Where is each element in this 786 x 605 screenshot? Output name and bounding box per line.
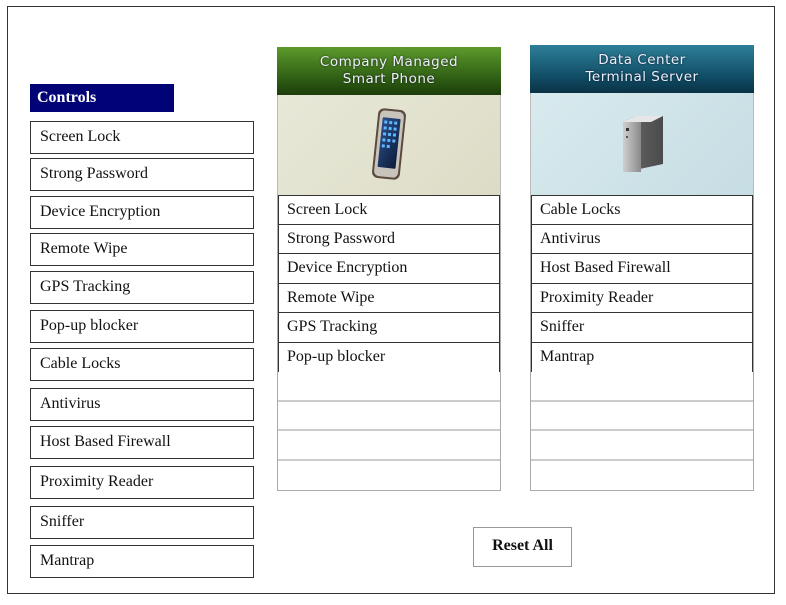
control-item-proximity-reader[interactable]: Proximity Reader <box>30 466 254 499</box>
control-item-device-encryption[interactable]: Device Encryption <box>30 196 254 229</box>
panel-image-smart-phone <box>277 95 501 195</box>
empty-slot[interactable] <box>531 372 753 402</box>
control-item-screen-lock[interactable]: Screen Lock <box>30 121 254 154</box>
panel-title-line1: Company Managed <box>319 54 459 70</box>
empty-slot[interactable] <box>278 460 500 490</box>
panel-header-terminal-server: Data Center Terminal Server <box>530 45 754 93</box>
placed-item[interactable]: Pop-up blocker <box>278 342 500 372</box>
empty-slot[interactable] <box>278 431 500 461</box>
smartphone-icon <box>372 108 406 180</box>
control-item-mantrap[interactable]: Mantrap <box>30 545 254 578</box>
drop-zone-terminal-server[interactable]: Cable Locks Antivirus Host Based Firewal… <box>530 195 754 491</box>
placed-item[interactable]: Antivirus <box>531 224 753 254</box>
server-icon <box>623 116 663 172</box>
reset-all-button[interactable]: Reset All <box>473 527 572 567</box>
empty-slot[interactable] <box>531 401 753 431</box>
control-item-popup-blocker[interactable]: Pop-up blocker <box>30 310 254 343</box>
placed-item[interactable]: Remote Wipe <box>278 283 500 313</box>
control-item-gps-tracking[interactable]: GPS Tracking <box>30 271 254 304</box>
placed-item[interactable]: Screen Lock <box>278 195 500 225</box>
controls-header: Controls <box>30 84 174 112</box>
control-item-cable-locks[interactable]: Cable Locks <box>30 348 254 381</box>
empty-slot[interactable] <box>531 431 753 461</box>
panel-image-terminal-server <box>530 93 754 195</box>
placed-item[interactable]: Host Based Firewall <box>531 254 753 284</box>
panel-title-line2: Smart Phone <box>342 71 436 87</box>
panel-header-smart-phone: Company Managed Smart Phone <box>277 47 501 95</box>
placed-item[interactable]: Proximity Reader <box>531 283 753 313</box>
placed-item[interactable]: Mantrap <box>531 342 753 372</box>
target-panel-terminal-server: Data Center Terminal Server Cable Locks … <box>530 45 754 491</box>
placed-item[interactable]: Sniffer <box>531 313 753 343</box>
placed-item[interactable]: GPS Tracking <box>278 313 500 343</box>
empty-slot[interactable] <box>278 401 500 431</box>
panel-title-line2: Terminal Server <box>585 69 699 85</box>
empty-slot[interactable] <box>278 372 500 402</box>
control-item-antivirus[interactable]: Antivirus <box>30 388 254 421</box>
placed-item[interactable]: Strong Password <box>278 224 500 254</box>
control-item-host-based-firewall[interactable]: Host Based Firewall <box>30 426 254 459</box>
placed-item[interactable]: Cable Locks <box>531 195 753 225</box>
panel-title-line1: Data Center <box>598 52 686 68</box>
empty-slot[interactable] <box>531 460 753 490</box>
drop-zone-smart-phone[interactable]: Screen Lock Strong Password Device Encry… <box>277 195 501 491</box>
control-item-strong-password[interactable]: Strong Password <box>30 158 254 191</box>
control-item-sniffer[interactable]: Sniffer <box>30 506 254 539</box>
control-item-remote-wipe[interactable]: Remote Wipe <box>30 233 254 266</box>
target-panel-smart-phone: Company Managed Smart Phone Screen Lock … <box>277 47 501 491</box>
placed-item[interactable]: Device Encryption <box>278 254 500 284</box>
